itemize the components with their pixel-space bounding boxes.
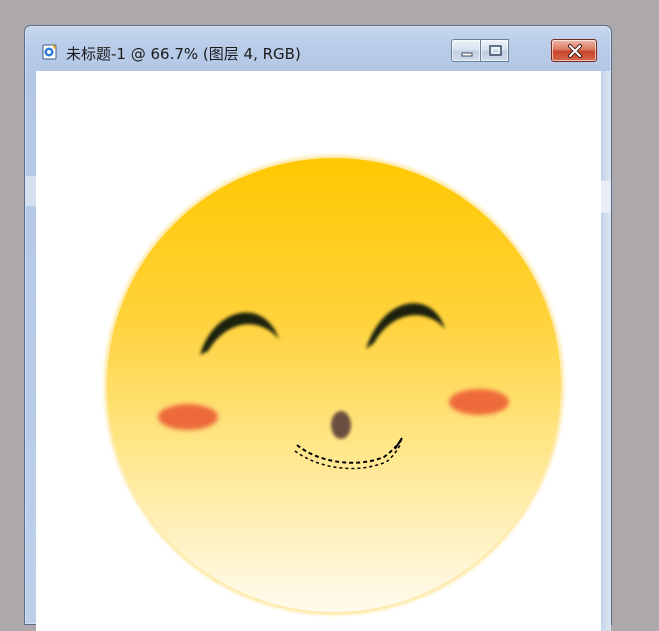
scrollbar-thumb[interactable] (601, 181, 611, 213)
left-edge-highlight (25, 176, 36, 206)
document-window[interactable]: 未标题-1 @ 66.7% (图层 4, RGB) (24, 25, 612, 631)
close-button[interactable] (551, 39, 597, 62)
vertical-scrollbar[interactable] (601, 71, 611, 631)
title-bar[interactable]: 未标题-1 @ 66.7% (图层 4, RGB) (25, 26, 611, 70)
document-canvas[interactable] (36, 71, 601, 631)
minimize-button[interactable] (451, 39, 481, 62)
minimize-icon (461, 52, 473, 57)
right-cheek (449, 389, 509, 415)
left-cheek (158, 404, 218, 430)
photoshop-document-icon (42, 43, 57, 60)
window-title: 未标题-1 @ 66.7% (图层 4, RGB) (66, 45, 301, 63)
maximize-icon (489, 45, 502, 56)
close-icon (568, 44, 582, 58)
face (107, 158, 561, 612)
smiley-face-artwork (104, 155, 564, 615)
maximize-button[interactable] (480, 39, 509, 62)
nose (331, 411, 351, 439)
